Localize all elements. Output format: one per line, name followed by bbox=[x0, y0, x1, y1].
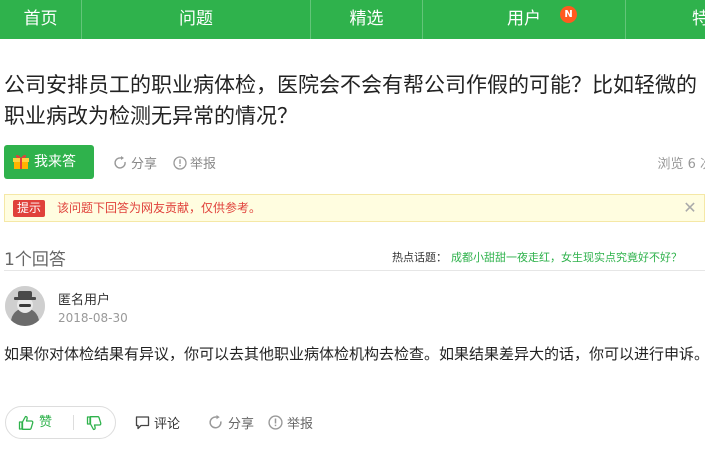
comment-button[interactable]: 评论 bbox=[135, 413, 180, 432]
gift-icon bbox=[13, 154, 29, 169]
answer-button[interactable]: 我来答 bbox=[4, 145, 94, 179]
nav-item-users[interactable]: 用户 N bbox=[423, 0, 626, 39]
warning-icon bbox=[268, 415, 283, 430]
new-badge: N bbox=[560, 6, 577, 23]
comment-icon bbox=[135, 416, 150, 430]
nav-item-special[interactable]: 特 bbox=[626, 0, 705, 39]
nav-item-questions[interactable]: 问题 bbox=[82, 0, 311, 39]
thumbs-down-icon[interactable] bbox=[86, 415, 102, 431]
answer-content: 如果你对体检结果有异议，你可以去其他职业病体检机构去检查。如果结果差异大的话，你… bbox=[4, 345, 705, 363]
answer-count: 1个回答 bbox=[4, 250, 66, 270]
hot-topic: 热点话题： 成都小甜甜一夜走红，女生现实点究竟好不好？ bbox=[392, 249, 682, 265]
divider bbox=[4, 270, 705, 271]
hot-topic-label: 热点话题： bbox=[392, 251, 447, 264]
tip-text: 该问题下回答为网友贡献，仅供参考。 bbox=[57, 201, 262, 215]
nav-item-home[interactable]: 首页 bbox=[0, 0, 82, 39]
hot-topic-link[interactable]: 成都小甜甜一夜走红，女生现实点究竟好不好？ bbox=[451, 251, 682, 264]
anonymous-avatar-icon bbox=[5, 286, 45, 326]
share-link[interactable]: 分享 bbox=[114, 153, 157, 172]
avatar[interactable] bbox=[5, 286, 45, 326]
answer-share-button[interactable]: 分享 bbox=[209, 413, 254, 432]
answer-date: 2018-08-30 bbox=[58, 311, 128, 325]
answer-report-button[interactable]: 举报 bbox=[268, 413, 313, 432]
close-icon[interactable]: ✕ bbox=[681, 198, 699, 218]
report-link[interactable]: 举报 bbox=[173, 153, 216, 172]
answer-username[interactable]: 匿名用户 bbox=[58, 289, 110, 308]
share-icon bbox=[209, 415, 222, 429]
thumbs-up-icon bbox=[18, 415, 34, 430]
like-button[interactable]: 赞 bbox=[18, 407, 52, 438]
nav-item-featured[interactable]: 精选 bbox=[311, 0, 423, 39]
warning-icon bbox=[173, 155, 187, 170]
top-nav: 首页 问题 精选 用户 N 特 bbox=[0, 0, 705, 39]
view-count: 浏览 6 次 bbox=[657, 157, 705, 172]
question-title: 公司安排员工的职业病体检，医院会不会有帮公司作假的可能？比如轻微的职业病改为检测… bbox=[4, 73, 697, 128]
tip-banner: 提示 该问题下回答为网友贡献，仅供参考。 ✕ bbox=[4, 194, 705, 222]
share-icon bbox=[114, 155, 126, 169]
tip-tag: 提示 bbox=[13, 200, 46, 217]
vote-group: 赞 bbox=[5, 406, 116, 439]
vote-separator bbox=[73, 415, 74, 430]
